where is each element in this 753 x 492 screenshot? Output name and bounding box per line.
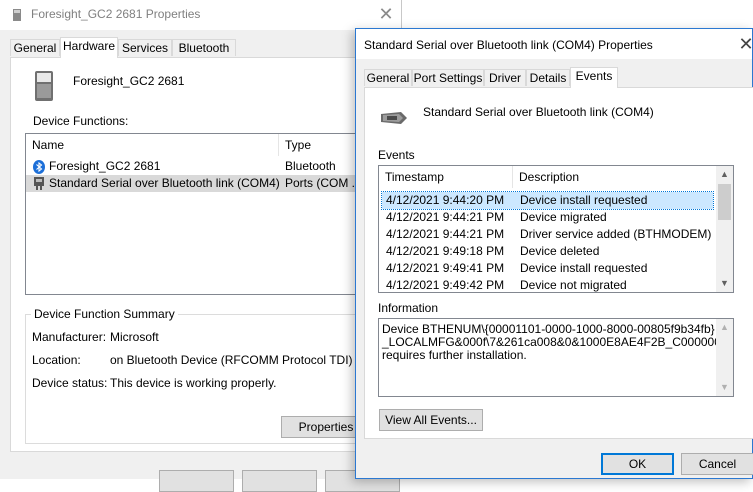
scroll-down-icon[interactable]: ▼	[716, 379, 733, 396]
port-icon	[34, 177, 44, 190]
event-timestamp: 4/12/2021 9:44:20 PM	[386, 193, 505, 207]
event-timestamp: 4/12/2021 9:49:41 PM	[386, 261, 505, 275]
event-timestamp: 4/12/2021 9:44:21 PM	[386, 210, 505, 224]
row-type: Bluetooth	[285, 159, 336, 173]
event-row[interactable]: 4/12/2021 9:44:21 PM Driver service adde…	[382, 226, 713, 243]
event-row[interactable]: 4/12/2021 9:49:18 PM Device deleted	[382, 243, 713, 260]
event-row[interactable]: 4/12/2021 9:49:42 PM Device not migrated	[382, 277, 713, 292]
location-value: on Bluetooth Device (RFCOMM Protocol TDI…	[110, 353, 353, 367]
events-label: Events	[378, 148, 415, 162]
manufacturer-value: Microsoft	[110, 330, 159, 344]
tab-strip: General Hardware Services Bluetooth	[10, 37, 390, 58]
tab-driver[interactable]: Driver	[484, 69, 526, 86]
scroll-up-icon[interactable]: ▲	[716, 166, 733, 183]
back-ok-button[interactable]	[159, 470, 234, 492]
event-timestamp: 4/12/2021 9:49:18 PM	[386, 244, 505, 258]
event-description: Device deleted	[520, 244, 600, 258]
window-title: Standard Serial over Bluetooth link (COM…	[364, 38, 653, 52]
tab-services[interactable]: Services	[118, 39, 172, 56]
device-functions-list: Name Type Foresight_GC2 2681 Bluetooth S…	[25, 133, 385, 295]
close-icon[interactable]: ✕	[734, 33, 753, 55]
event-timestamp: 4/12/2021 9:49:42 PM	[386, 278, 505, 292]
tab-bluetooth[interactable]: Bluetooth	[172, 39, 236, 56]
port-properties-window: Standard Serial over Bluetooth link (COM…	[355, 28, 753, 479]
event-description: Device migrated	[520, 210, 607, 224]
list-item[interactable]: Foresight_GC2 2681 Bluetooth	[26, 158, 384, 175]
event-row[interactable]: 4/12/2021 9:44:21 PM Device migrated	[382, 209, 713, 226]
ok-button[interactable]: OK	[601, 453, 674, 475]
back-cancel-button[interactable]	[242, 470, 317, 492]
list-item-selected[interactable]: Standard Serial over Bluetooth link (COM…	[26, 175, 384, 192]
tab-events[interactable]: Events	[570, 67, 618, 88]
event-description: Device install requested	[520, 261, 648, 275]
event-timestamp: 4/12/2021 9:44:21 PM	[386, 227, 505, 241]
device-status-value: This device is working properly.	[110, 376, 277, 390]
event-description: Device not migrated	[520, 278, 627, 292]
device-large-icon	[35, 71, 53, 101]
device-status-label: Device status:	[32, 376, 108, 390]
event-description: Device install requested	[520, 193, 648, 207]
column-header-timestamp[interactable]: Timestamp	[379, 166, 513, 188]
close-icon[interactable]: ✕	[374, 3, 398, 25]
view-all-events-button[interactable]: View All Events...	[379, 409, 483, 431]
device-icon	[13, 9, 21, 21]
manufacturer-label: Manufacturer:	[32, 330, 107, 344]
scroll-down-icon[interactable]: ▼	[716, 275, 733, 292]
column-header-name[interactable]: Name	[26, 134, 279, 156]
tab-general[interactable]: General	[364, 69, 412, 86]
information-line: _LOCALMFG&000f\7&261ca008&0&1000E8AE4F2B…	[382, 335, 734, 349]
bluetooth-icon	[33, 160, 45, 174]
information-line: requires further installation.	[382, 348, 527, 362]
cancel-button[interactable]: Cancel	[681, 453, 753, 475]
events-scrollbar[interactable]: ▲ ▼	[716, 166, 733, 292]
information-box: Device BTHENUM\{00001101-0000-1000-8000-…	[378, 318, 734, 397]
summary-title: Device Function Summary	[31, 307, 178, 321]
information-label: Information	[378, 301, 439, 315]
row-name: Foresight_GC2 2681	[49, 159, 161, 173]
tab-port-settings[interactable]: Port Settings	[412, 69, 484, 86]
column-header-description[interactable]: Description	[513, 166, 718, 188]
location-label: Location:	[32, 353, 81, 367]
event-row-selected[interactable]: 4/12/2021 9:44:20 PM Device install requ…	[381, 191, 714, 210]
serial-port-icon	[381, 112, 407, 124]
window-title: Foresight_GC2 2681 Properties	[31, 7, 201, 21]
scroll-up-icon[interactable]: ▲	[716, 319, 733, 336]
hardware-panel: Foresight_GC2 2681 Device Functions: Nam…	[10, 57, 392, 452]
tab-details[interactable]: Details	[526, 69, 570, 86]
device-name: Standard Serial over Bluetooth link (COM…	[423, 105, 654, 119]
tab-hardware[interactable]: Hardware	[60, 37, 118, 58]
information-scrollbar[interactable]: ▲ ▼	[716, 319, 733, 396]
row-name: Standard Serial over Bluetooth link (COM…	[49, 176, 280, 190]
event-row[interactable]: 4/12/2021 9:49:41 PM Device install requ…	[382, 260, 713, 277]
tab-general[interactable]: General	[10, 39, 60, 56]
tab-strip: General Port Settings Driver Details Eve…	[364, 67, 749, 88]
device-functions-label: Device Functions:	[33, 114, 129, 128]
information-line: Device BTHENUM\{00001101-0000-1000-8000-…	[382, 322, 715, 336]
events-list: Timestamp Description 4/12/2021 9:44:20 …	[378, 165, 734, 293]
event-description: Driver service added (BTHMODEM)	[520, 227, 712, 241]
events-panel: Standard Serial over Bluetooth link (COM…	[364, 87, 753, 439]
device-name: Foresight_GC2 2681	[73, 74, 185, 88]
device-properties-window: Foresight_GC2 2681 Properties ✕ General …	[0, 0, 402, 492]
scroll-thumb[interactable]	[718, 184, 731, 220]
